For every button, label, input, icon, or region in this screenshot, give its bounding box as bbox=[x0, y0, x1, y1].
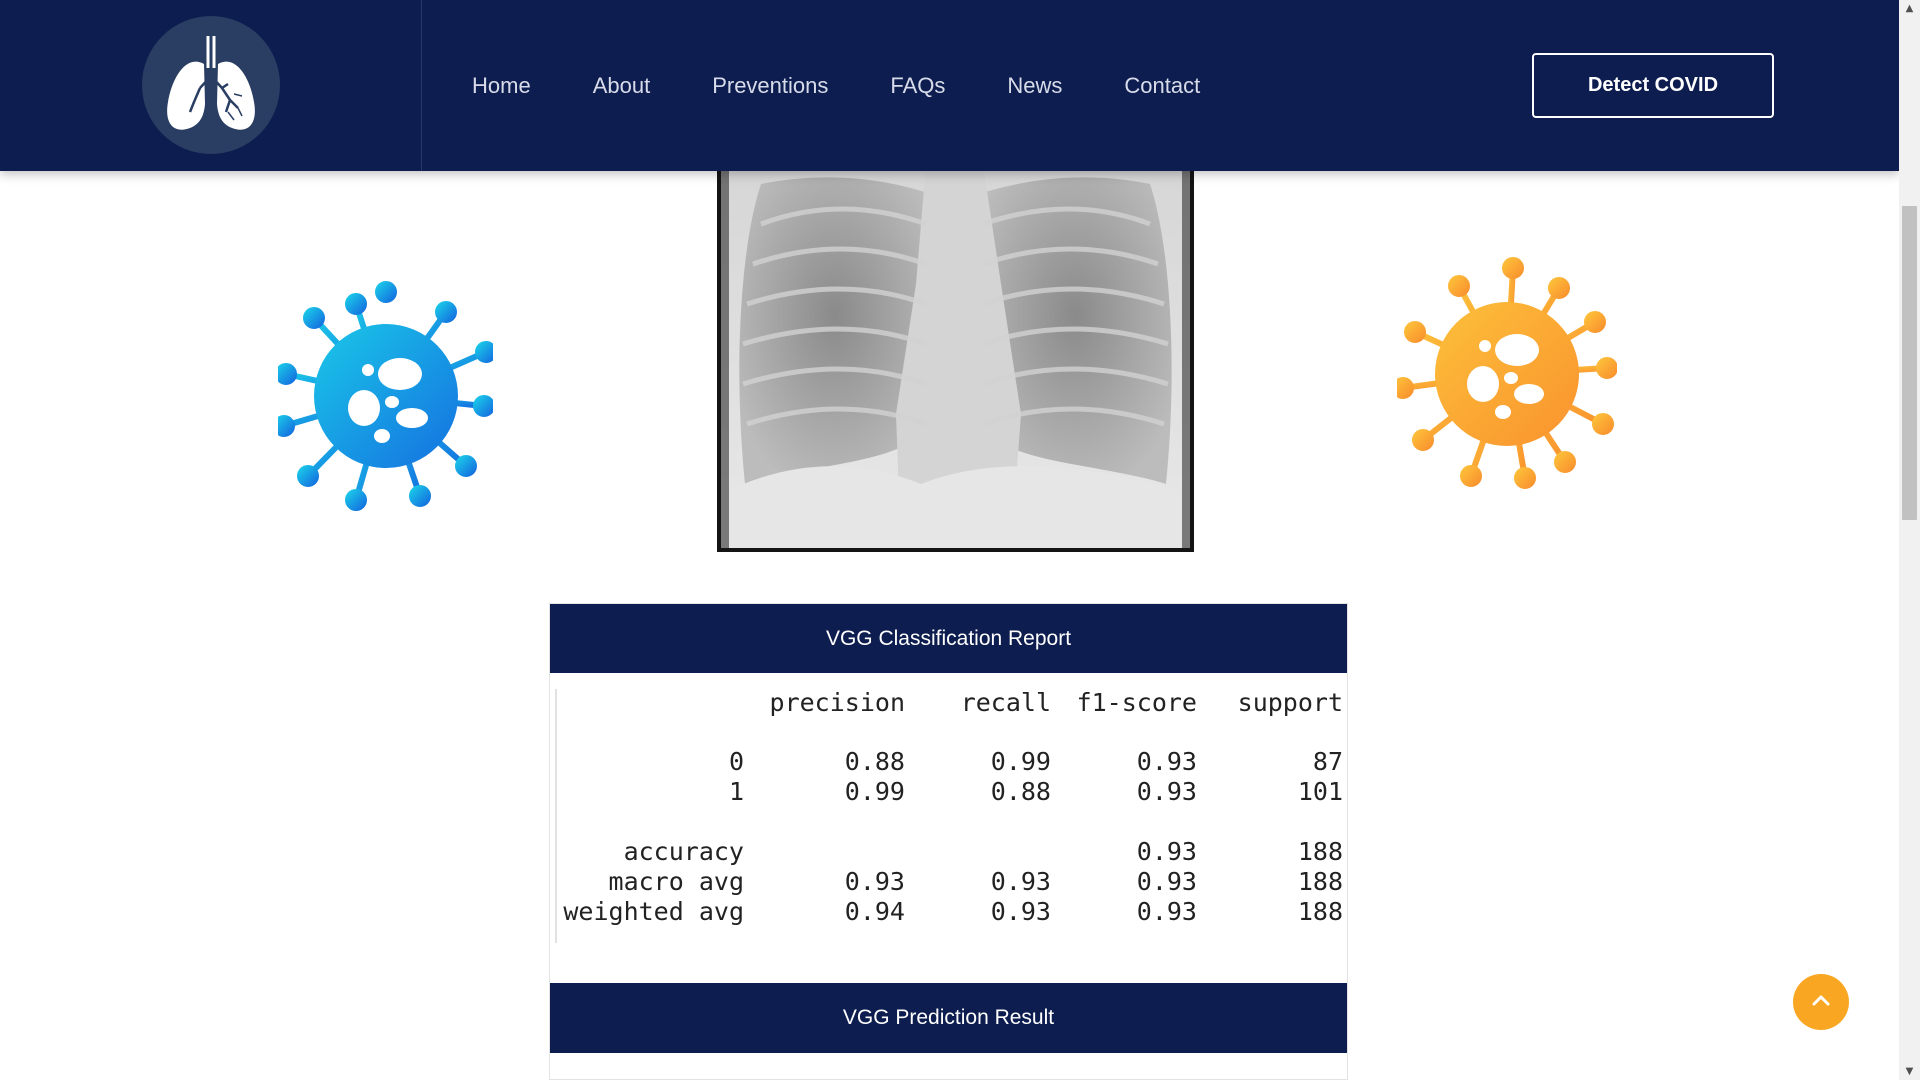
virus-icon bbox=[1392, 256, 1618, 496]
table-row: weighted avg 0.94 0.93 0.93 188 bbox=[557, 897, 1343, 927]
table-cell: 0 bbox=[728, 747, 744, 776]
table-cell: 0.93 bbox=[990, 897, 1051, 926]
chevron-up-icon bbox=[1812, 993, 1830, 1011]
main-nav: Home About Preventions FAQs News Contact bbox=[472, 0, 1262, 171]
chest-xray-image bbox=[717, 160, 1194, 552]
scroll-down-arrow-icon[interactable]: ▼ bbox=[1899, 1063, 1920, 1080]
table-row: 0 0.88 0.99 0.93 87 bbox=[557, 747, 1343, 777]
table-cell: 0.93 bbox=[1136, 777, 1197, 806]
column-header: recall bbox=[960, 688, 1051, 717]
table-cell: accuracy bbox=[623, 837, 744, 866]
table-cell: macro avg bbox=[608, 867, 744, 896]
lungs-icon[interactable] bbox=[142, 16, 280, 154]
back-to-top-button[interactable] bbox=[1793, 974, 1849, 1030]
table-cell: 0.93 bbox=[1136, 867, 1197, 896]
report-table: precision recall f1-score support 0 0.88… bbox=[557, 689, 1343, 927]
column-header bbox=[557, 689, 744, 717]
table-cell: 0.99 bbox=[844, 777, 905, 806]
nav-faqs[interactable]: FAQs bbox=[890, 73, 945, 99]
scrollbar-thumb[interactable] bbox=[1902, 206, 1917, 520]
nav-news[interactable]: News bbox=[1007, 73, 1062, 99]
table-cell: 0.93 bbox=[1136, 837, 1197, 866]
table-cell: 87 bbox=[1312, 747, 1343, 776]
prediction-result-title: VGG Prediction Result bbox=[550, 983, 1347, 1053]
column-header: support bbox=[1237, 688, 1343, 717]
table-cell: 0.88 bbox=[990, 777, 1051, 806]
column-header: precision bbox=[769, 688, 905, 717]
table-cell: 0.93 bbox=[990, 867, 1051, 896]
table-header-row: precision recall f1-score support bbox=[557, 689, 1343, 717]
table-cell: 188 bbox=[1297, 867, 1343, 896]
page-scrollbar[interactable]: ▲ ▼ bbox=[1899, 0, 1920, 1080]
table-cell: 1 bbox=[728, 777, 744, 806]
table-cell bbox=[905, 837, 1051, 867]
results-card: VGG Classification Report precision reca… bbox=[549, 603, 1348, 1080]
table-row: 1 0.99 0.88 0.93 101 bbox=[557, 777, 1343, 807]
table-cell: 0.88 bbox=[844, 747, 905, 776]
table-cell: 101 bbox=[1297, 777, 1343, 806]
table-cell: 0.93 bbox=[844, 867, 905, 896]
table-cell: 0.93 bbox=[1136, 897, 1197, 926]
nav-about[interactable]: About bbox=[593, 73, 651, 99]
column-header: f1-score bbox=[1076, 688, 1197, 717]
nav-contact[interactable]: Contact bbox=[1124, 73, 1200, 99]
table-row: accuracy 0.93 188 bbox=[557, 837, 1343, 867]
virus-icon bbox=[273, 278, 497, 518]
table-cell: weighted avg bbox=[563, 897, 744, 926]
table-row: macro avg 0.93 0.93 0.93 188 bbox=[557, 867, 1343, 897]
classification-report: precision recall f1-score support 0 0.88… bbox=[555, 689, 1345, 943]
table-cell: 0.93 bbox=[1136, 747, 1197, 776]
table-cell: 188 bbox=[1297, 897, 1343, 926]
detect-covid-button[interactable]: Detect COVID bbox=[1532, 53, 1774, 118]
classification-report-title: VGG Classification Report bbox=[550, 604, 1347, 673]
table-cell bbox=[744, 837, 905, 867]
site-header: Home About Preventions FAQs News Contact… bbox=[0, 0, 1899, 171]
table-cell: 0.99 bbox=[990, 747, 1051, 776]
logo-area bbox=[0, 0, 422, 171]
nav-home[interactable]: Home bbox=[472, 73, 531, 99]
scroll-up-arrow-icon[interactable]: ▲ bbox=[1899, 0, 1920, 17]
nav-preventions[interactable]: Preventions bbox=[712, 73, 828, 99]
table-cell: 188 bbox=[1297, 837, 1343, 866]
table-cell: 0.94 bbox=[844, 897, 905, 926]
